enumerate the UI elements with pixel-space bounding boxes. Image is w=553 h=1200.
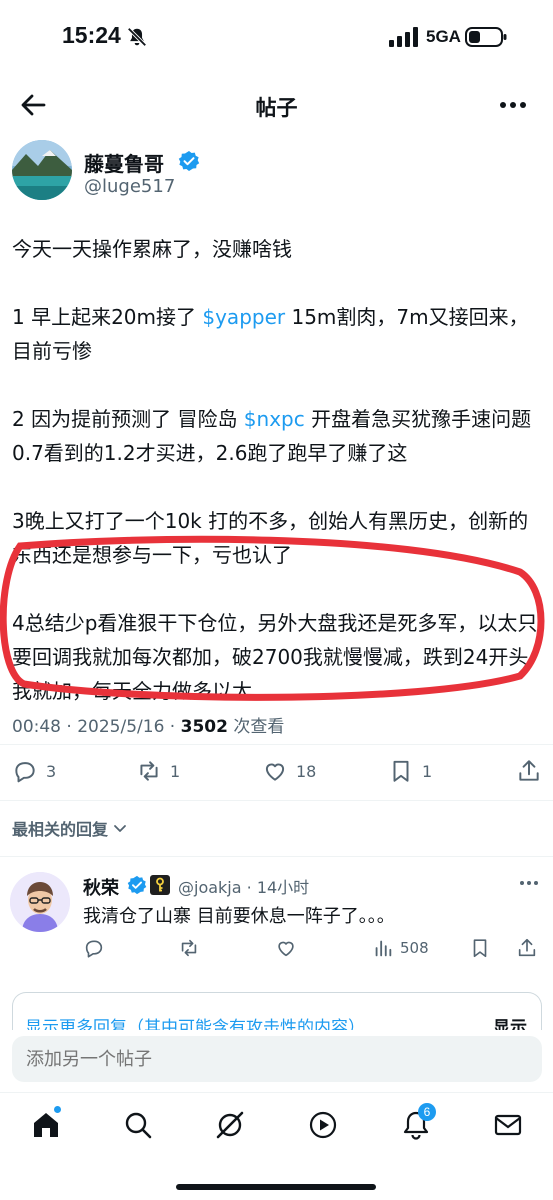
- bookmark-button[interactable]: 1: [388, 756, 432, 786]
- tab-messages[interactable]: [492, 1109, 524, 1141]
- status-time: 15:24: [62, 22, 121, 48]
- post-text: 1 早上起来20m接了: [12, 305, 203, 329]
- battery-icon: [465, 27, 507, 47]
- grok-icon: [216, 1111, 244, 1139]
- post-time: 00:48: [12, 717, 61, 737]
- reply-view-count: 508: [400, 939, 429, 957]
- reply-repost-button[interactable]: [178, 934, 200, 962]
- views-label: 次查看: [227, 717, 285, 737]
- avatar[interactable]: [12, 140, 72, 200]
- mail-icon: [494, 1114, 522, 1136]
- repost-count: 1: [170, 761, 181, 781]
- meta-separator: ·: [164, 717, 181, 737]
- reply-share-button[interactable]: [516, 934, 538, 962]
- post-paragraph: 4总结少p看准狠干下仓位，另外大盘我还是死多军，以太只要回调我就加每次都加，破2…: [12, 606, 542, 708]
- repost-icon: [140, 761, 158, 781]
- reply-handle[interactable]: @joakja · 14小时: [178, 874, 309, 898]
- divider: [0, 800, 553, 801]
- post-paragraph: 1 早上起来20m接了 $yapper 15m割肉，7m又接回来，目前亏惨: [12, 300, 542, 368]
- reply-avatar[interactable]: [10, 872, 70, 932]
- post-text: 3晚上又打了一个10k 打的不多，创始人有黑历史，创新的东西还是想参与一下，亏也…: [12, 509, 529, 567]
- top-nav: 帖子: [0, 80, 553, 132]
- post-text: 今天一天操作累麻了，没赚啥钱: [12, 237, 292, 261]
- post-actions: 3 1 18 1: [0, 756, 553, 790]
- share-icon: [518, 938, 536, 957]
- share-button[interactable]: [516, 756, 542, 786]
- divider: [0, 856, 553, 857]
- bookmark-icon: [393, 760, 409, 782]
- view-count: 3502: [180, 717, 228, 737]
- post-text: 4总结少p看准狠干下仓位，另外大盘我还是死多军，以太只要回调我就加每次都加，破2…: [12, 611, 538, 703]
- reply-button[interactable]: 3: [12, 756, 56, 786]
- reply-views-button[interactable]: 508: [372, 934, 429, 962]
- share-icon: [519, 760, 539, 781]
- tab-search[interactable]: [122, 1109, 154, 1141]
- like-button[interactable]: 18: [262, 756, 316, 786]
- post-paragraph: 2 因为提前预测了 冒险岛 $nxpc 开盘着急买犹豫手速问题0.7看到的1.2…: [12, 402, 542, 470]
- chevron-down-icon: [114, 825, 126, 832]
- reply-sort-dropdown[interactable]: 最相关的回复: [12, 816, 128, 840]
- search-icon: [125, 1112, 152, 1139]
- play-icon: [309, 1111, 337, 1139]
- tab-video[interactable]: [307, 1109, 339, 1141]
- post-author[interactable]: 藤蔓鲁哥 @luge517: [12, 140, 542, 204]
- author-name[interactable]: 藤蔓鲁哥: [84, 148, 164, 177]
- heart-icon: [265, 763, 285, 781]
- composer-bar: [0, 1030, 553, 1090]
- sort-label: 最相关的回复: [12, 820, 109, 839]
- bottom-tab-bar: 6: [0, 1092, 553, 1160]
- bookmark-count: 1: [422, 761, 433, 781]
- bar-chart-icon: [375, 940, 392, 957]
- home-icon: [34, 1113, 58, 1137]
- reply-reply-button[interactable]: [83, 934, 105, 962]
- post-meta: 00:48 · 2025/5/16 · 3502 次查看: [12, 712, 284, 737]
- post-text: 2 因为提前预测了 冒险岛: [12, 407, 244, 431]
- reply-bookmark-button[interactable]: [469, 934, 491, 962]
- reply-count: 3: [46, 761, 57, 781]
- divider: [0, 744, 553, 745]
- heart-icon: [278, 941, 294, 957]
- network-type: 5GA: [426, 27, 461, 46]
- home-indicator: [176, 1184, 376, 1190]
- repost-icon: [181, 939, 197, 957]
- verified-badge-icon: [178, 151, 200, 171]
- tab-home[interactable]: [30, 1106, 62, 1141]
- bell-off-icon: [127, 27, 147, 47]
- post-body: 今天一天操作累麻了，没赚啥钱 1 早上起来20m接了 $yapper 15m割肉…: [12, 232, 542, 742]
- reply-like-button[interactable]: [275, 934, 297, 962]
- cashtag-link[interactable]: $nxpc: [244, 407, 305, 431]
- post-paragraph: 3晚上又打了一个10k 打的不多，创始人有黑历史，创新的东西还是想参与一下，亏也…: [12, 504, 542, 572]
- status-bar: 15:24 5GA: [0, 0, 553, 72]
- cashtag-link[interactable]: $yapper: [202, 305, 285, 329]
- reply-author-name[interactable]: 秋荣: [83, 874, 119, 900]
- verified-badge-icon: [127, 875, 147, 895]
- reply-actions: 508: [0, 934, 553, 964]
- author-handle[interactable]: @luge517: [84, 176, 175, 197]
- page-title: 帖子: [255, 96, 298, 120]
- signal-icon: [389, 27, 418, 47]
- reply-icon: [85, 940, 103, 958]
- show-more-replies[interactable]: 显示更多回复（其中可能含有攻击性的内容） 显示: [12, 992, 542, 1032]
- meta-separator: ·: [61, 717, 78, 737]
- post-date: 2025/5/16: [77, 717, 165, 737]
- post-paragraph: 今天一天操作累麻了，没赚啥钱: [12, 232, 542, 266]
- bookmark-icon: [473, 939, 487, 958]
- key-badge-icon: [150, 875, 170, 895]
- add-post-input[interactable]: [12, 1036, 542, 1082]
- reply-icon: [15, 762, 35, 783]
- notification-badge: 6: [418, 1103, 436, 1121]
- more-options-icon[interactable]: [498, 94, 528, 116]
- tab-notifications[interactable]: 6: [400, 1103, 436, 1141]
- more-options-icon[interactable]: [518, 876, 540, 890]
- reply-item[interactable]: 秋荣 @joakja · 14小时 我清仓了山寨 目前要休息一阵子了。。。 50…: [0, 868, 553, 978]
- repost-button[interactable]: 1: [136, 756, 180, 786]
- reply-text: 我清仓了山寨 目前要休息一阵子了。。。: [83, 906, 395, 927]
- like-count: 18: [296, 761, 317, 781]
- unread-dot: [54, 1106, 61, 1113]
- tab-grok[interactable]: [214, 1109, 246, 1141]
